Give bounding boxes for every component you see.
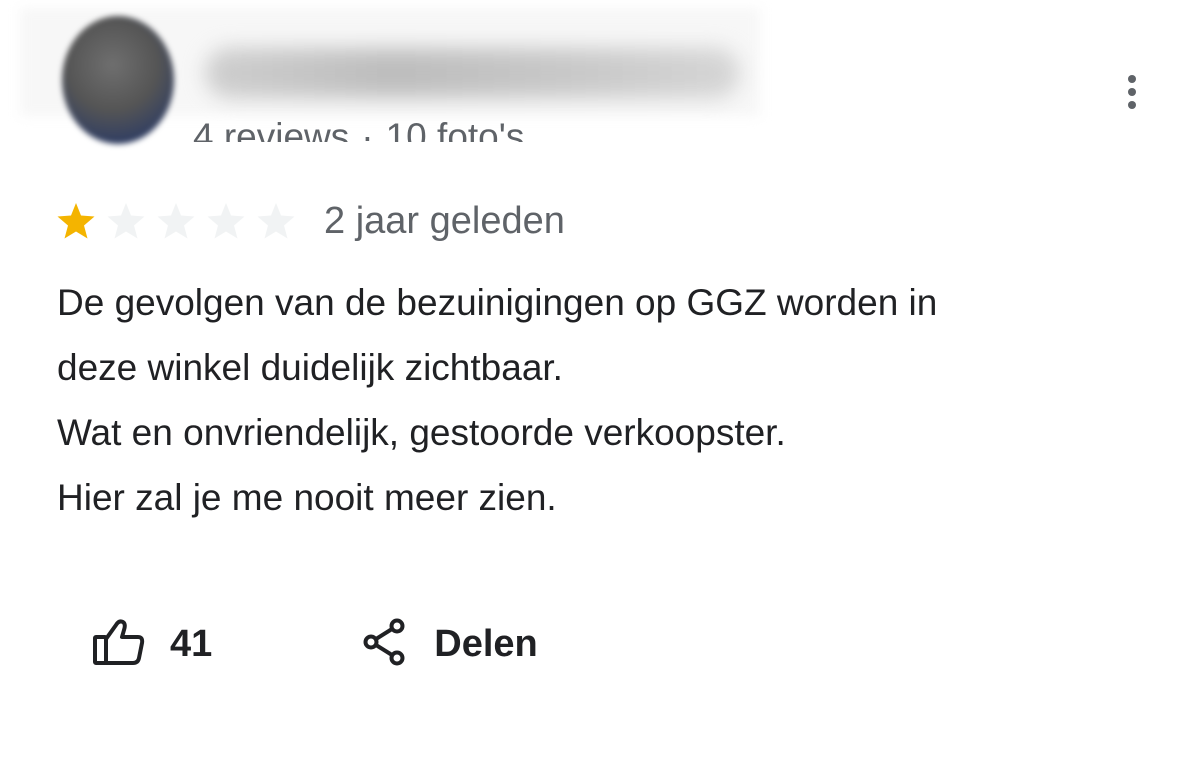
more-dot [1128, 88, 1136, 96]
reviewer-name-blurred[interactable] [205, 48, 740, 98]
review-text-line: deze winkel duidelijk zichtbaar. [57, 347, 563, 388]
more-dot [1128, 101, 1136, 109]
like-count: 41 [170, 622, 213, 665]
reviewer-review-count: 4 reviews [193, 116, 350, 142]
star-icon [256, 201, 296, 241]
star-icon [156, 201, 196, 241]
review-actions: 41 Delen [92, 612, 538, 676]
star-icon [56, 201, 96, 241]
more-dot [1128, 75, 1136, 83]
review-date: 2 jaar geleden [324, 199, 565, 242]
share-label: Delen [434, 622, 538, 665]
share-button[interactable]: Delen [362, 618, 538, 671]
review-text: De gevolgen van de bezuinigingen op GGZ … [57, 270, 1157, 530]
rating-row: 2 jaar geleden [56, 196, 565, 246]
review-card: 4 reviews · 10 foto's 2 jaar geleden De ge… [0, 0, 1200, 769]
star-icon [106, 201, 146, 241]
thumbs-up-icon[interactable] [92, 617, 146, 672]
reviewer-header: 4 reviews · 10 foto's [20, 8, 760, 144]
stats-separator: · [361, 116, 374, 142]
more-options-button[interactable] [1112, 70, 1152, 114]
star-icon [206, 201, 246, 241]
reviewer-stats: 4 reviews · 10 foto's [193, 100, 524, 142]
star-rating [56, 201, 296, 241]
share-icon[interactable] [362, 618, 406, 671]
review-text-line: Wat en onvriendelijk, gestoorde verkoops… [57, 412, 786, 453]
reviewer-photo-count: 10 foto's [385, 116, 525, 142]
like-button[interactable]: 41 [92, 617, 212, 672]
avatar[interactable] [62, 16, 174, 144]
review-text-line: De gevolgen van de bezuinigingen op GGZ … [57, 282, 938, 323]
more-vert-icon[interactable] [1128, 75, 1136, 109]
review-text-line: Hier zal je me nooit meer zien. [57, 477, 557, 518]
